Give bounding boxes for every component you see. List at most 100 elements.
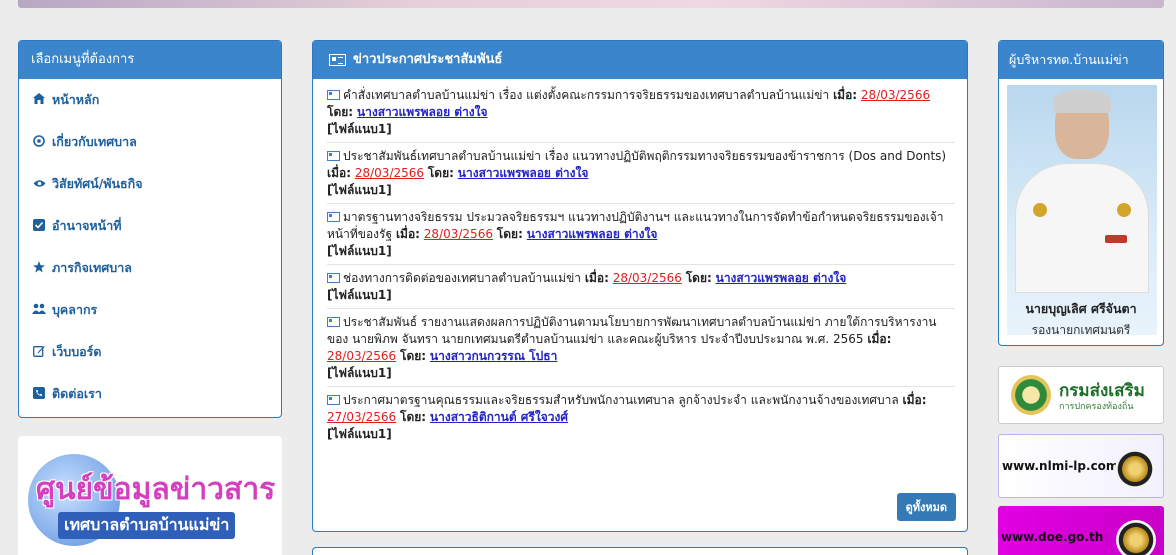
author-label: โดย:: [400, 410, 427, 424]
news-panel: ข่าวประกาศประชาสัมพันธ์ คำสั่งเทศบาลตำบล…: [312, 40, 968, 532]
menu-item-about[interactable]: เกี่ยวกับเทศบาล: [19, 121, 281, 163]
dla-seal-icon: [1011, 375, 1051, 415]
menu-item-personnel[interactable]: บุคลากร: [19, 289, 281, 331]
news-item-date[interactable]: 28/03/2566: [861, 88, 930, 102]
badge-icon: [1033, 203, 1047, 217]
dla-link-banner[interactable]: กรมส่งเสริม การปกครองท้องถิ่น: [998, 366, 1164, 424]
news-item-author[interactable]: นางสาวแพรพลอย ต่างใจ: [357, 105, 488, 119]
menu-item-contact[interactable]: ติดต่อเรา: [19, 373, 281, 415]
news-item: ช่องทางการติดต่อของเทศบาลตำบลบ้านแม่ข่า …: [327, 270, 955, 309]
news-panel-title: ข่าวประกาศประชาสัมพันธ์: [353, 52, 503, 67]
news-item: ประกาศมาตรฐานคุณธรรมและจริยธรรมสำหรับพนั…: [327, 392, 955, 447]
checkbox-icon: [31, 218, 47, 234]
date-label: เมื่อ:: [902, 393, 927, 407]
menu-item-webboard[interactable]: เว็บบอร์ด: [19, 331, 281, 373]
info-circle-icon: [31, 134, 47, 150]
top-banner-strip: [18, 0, 1164, 8]
menu-item-vision[interactable]: วิสัยทัศน์/พันธกิจ: [19, 163, 281, 205]
news-item-date[interactable]: 28/03/2566: [355, 166, 424, 180]
author-label: โดย:: [427, 166, 454, 180]
news-item-title[interactable]: ประชาสัมพันธ์ รายงานแสดงผลการปฏิบัติงานต…: [327, 315, 937, 346]
ribbon-icon: [1105, 235, 1127, 243]
attachment-link[interactable]: [ไฟล์แนบ1]: [327, 427, 392, 441]
emblem-icon: [1116, 520, 1156, 555]
nlmi-link-banner[interactable]: www.nlmi-lp.com: [998, 434, 1164, 498]
date-label: เมื่อ:: [395, 227, 420, 241]
news-panel-header: ข่าวประกาศประชาสัมพันธ์: [313, 41, 967, 79]
star-icon: [31, 260, 47, 276]
menu-item-label: เกี่ยวกับเทศบาล: [52, 134, 137, 149]
date-label: เมื่อ:: [867, 332, 892, 346]
news-item-date[interactable]: 28/03/2566: [424, 227, 493, 241]
menu-item-home[interactable]: หน้าหลัก: [19, 79, 281, 121]
news-item-date[interactable]: 28/03/2566: [327, 349, 396, 363]
menu-item-missions[interactable]: ภารกิจเทศบาล: [19, 247, 281, 289]
users-icon: [31, 303, 47, 317]
newspaper-icon: [327, 212, 340, 222]
eye-icon: [31, 177, 47, 191]
news-item-author[interactable]: นางสาวแพรพลอย ต่างใจ: [527, 227, 658, 241]
doe-url: www.doe.go.th: [1001, 530, 1104, 544]
menu-item-label: หน้าหลัก: [52, 92, 100, 107]
dla-subtitle: การปกครองท้องถิ่น: [1059, 402, 1134, 412]
menu-item-authority[interactable]: อำนาจหน้าที่: [19, 205, 281, 247]
uniform-shape: [1015, 163, 1149, 293]
see-all-button[interactable]: ดูทั้งหมด: [896, 493, 956, 521]
doe-link-banner[interactable]: www.doe.go.th: [998, 506, 1164, 555]
news-item-author[interactable]: นางสาวกนกวรรณ โปธา: [430, 349, 557, 363]
menu-item-label: ติดต่อเรา: [52, 386, 102, 401]
attachment-link[interactable]: [ไฟล์แนบ1]: [327, 288, 392, 302]
news-item-title[interactable]: ประกาศมาตรฐานคุณธรรมและจริยธรรมสำหรับพนั…: [343, 393, 903, 407]
author-label: โดย:: [400, 349, 427, 363]
info-banner-title: ศูนย์ข้อมูลข่าวสาร: [36, 472, 276, 507]
phone-square-icon: [31, 386, 47, 402]
news-item: ประชาสัมพันธ์เทศบาลตำบลบ้านแม่ข่า เรื่อง…: [327, 148, 955, 204]
author-label: โดย:: [685, 271, 712, 285]
hair-shape: [1053, 89, 1111, 113]
attachment-link[interactable]: [ไฟล์แนบ1]: [327, 244, 392, 258]
info-center-banner[interactable]: ศูนย์ข้อมูลข่าวสาร เทศบาลตำบลบ้านแม่ข่า: [18, 436, 282, 555]
newspaper-icon: [327, 90, 340, 100]
menu-title: เลือกเมนูที่ต้องการ: [19, 41, 281, 79]
menu-item-label: วิสัยทัศน์/พันธกิจ: [52, 176, 143, 191]
menu-item-label: เว็บบอร์ด: [52, 344, 102, 359]
news-item-author[interactable]: นางสาวแพรพลอย ต่างใจ: [716, 271, 847, 285]
author-label: โดย:: [327, 105, 354, 119]
menu-item-label: อำนาจหน้าที่: [52, 218, 122, 233]
newspaper-icon: [329, 54, 346, 66]
news-list: คำสั่งเทศบาลตำบลบ้านแม่ข่า เรื่อง แต่งตั…: [313, 79, 967, 447]
badge-icon: [1117, 203, 1131, 217]
date-label: เมื่อ:: [833, 88, 858, 102]
news-item-date[interactable]: 28/03/2566: [613, 271, 682, 285]
admin-panel-title: ผู้บริหารทต.บ้านแม่ข่า: [999, 41, 1163, 79]
admin-position: รองนายกเทศมนตรี: [1031, 323, 1131, 337]
news-item-title[interactable]: ช่องทางการติดต่อของเทศบาลตำบลบ้านแม่ข่า: [343, 271, 581, 285]
info-banner-subtitle: เทศบาลตำบลบ้านแม่ข่า: [58, 512, 236, 539]
news-item-date[interactable]: 27/03/2566: [327, 410, 396, 424]
home-icon: [31, 93, 47, 107]
news-item: ประชาสัมพันธ์ รายงานแสดงผลการปฏิบัติงานต…: [327, 314, 955, 387]
news-item: คำสั่งเทศบาลตำบลบ้านแม่ข่า เรื่อง แต่งตั…: [327, 87, 955, 143]
nlmi-url: www.nlmi-lp.com: [1002, 459, 1119, 473]
edit-icon: [31, 345, 47, 360]
emblem-icon: [1115, 449, 1155, 489]
news-item-author[interactable]: นางสาวแพรพลอย ต่างใจ: [458, 166, 589, 180]
next-panel-edge: [312, 547, 968, 555]
news-item-author[interactable]: นางสาวธิติกานต์ ศรีใจวงศ์: [430, 410, 568, 424]
menu-item-label: บุคลากร: [52, 302, 98, 317]
newspaper-icon: [327, 395, 340, 405]
newspaper-icon: [327, 151, 340, 161]
newspaper-icon: [327, 317, 340, 327]
attachment-link[interactable]: [ไฟล์แนบ1]: [327, 366, 392, 380]
newspaper-icon: [327, 273, 340, 283]
author-label: โดย:: [496, 227, 523, 241]
attachment-link[interactable]: [ไฟล์แนบ1]: [327, 122, 392, 136]
news-item-title[interactable]: คำสั่งเทศบาลตำบลบ้านแม่ข่า เรื่อง แต่งตั…: [343, 88, 829, 102]
attachment-link[interactable]: [ไฟล์แนบ1]: [327, 183, 392, 197]
admin-name: นายบุญเลิศ ศรีจันตา: [1025, 301, 1137, 316]
news-item: มาตรฐานทางจริยธรรม ประมวลจริยธรรมฯ แนวทา…: [327, 209, 955, 265]
news-item-title[interactable]: ประชาสัมพันธ์เทศบาลตำบลบ้านแม่ข่า เรื่อง…: [343, 149, 946, 163]
date-label: เมื่อ:: [327, 166, 352, 180]
admin-photo: [1007, 85, 1157, 335]
side-menu: เลือกเมนูที่ต้องการ หน้าหลัก เกี่ยวกับเท…: [18, 40, 282, 418]
